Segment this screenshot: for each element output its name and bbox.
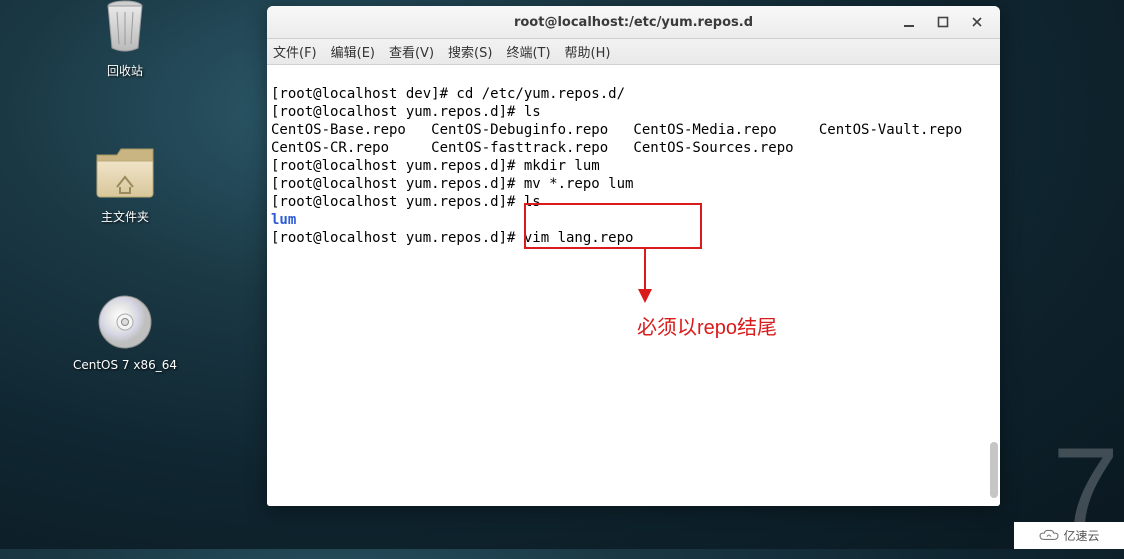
- menubar: 文件(F) 编辑(E) 查看(V) 搜索(S) 终端(T) 帮助(H): [267, 39, 1000, 65]
- disc-icon: [70, 292, 180, 352]
- terminal-directory: lum: [271, 212, 296, 228]
- close-button[interactable]: [960, 8, 994, 36]
- menu-view[interactable]: 查看(V): [389, 42, 434, 61]
- terminal-line: [root@localhost yum.repos.d]# vim lang.r…: [271, 230, 633, 246]
- trash-icon: [70, 0, 180, 56]
- terminal-line: [root@localhost yum.repos.d]# ls: [271, 194, 541, 210]
- desktop-icon-label: CentOS 7 x86_64: [70, 358, 180, 372]
- cloud-icon: [1038, 528, 1060, 544]
- menu-file[interactable]: 文件(F): [273, 42, 317, 61]
- watermark-text: 亿速云: [1063, 527, 1099, 544]
- menu-edit[interactable]: 编辑(E): [331, 42, 375, 61]
- terminal-line: [root@localhost yum.repos.d]# mkdir lum: [271, 158, 600, 174]
- maximize-button[interactable]: [926, 8, 960, 36]
- desktop-icon-disc[interactable]: CentOS 7 x86_64: [70, 292, 180, 372]
- desktop-icon-label: 回收站: [70, 62, 180, 79]
- desktop-icon-trash[interactable]: 回收站: [70, 0, 180, 79]
- window-controls: [892, 6, 994, 38]
- annotation-arrow-icon: [633, 249, 657, 305]
- folder-home-icon: [70, 142, 180, 202]
- terminal-line: [root@localhost dev]# cd /etc/yum.repos.…: [271, 86, 625, 102]
- window-titlebar[interactable]: root@localhost:/etc/yum.repos.d: [267, 6, 1000, 39]
- terminal-window: root@localhost:/etc/yum.repos.d 文件(F) 编辑…: [267, 6, 1000, 506]
- watermark: 亿速云: [1014, 522, 1124, 549]
- scrollbar-thumb[interactable]: [990, 442, 998, 498]
- terminal-line: [root@localhost yum.repos.d]# mv *.repo …: [271, 176, 633, 192]
- terminal-line: CentOS-Base.repo CentOS-Debuginfo.repo C…: [271, 122, 962, 138]
- minimize-button[interactable]: [892, 8, 926, 36]
- desktop-icon-home[interactable]: 主文件夹: [70, 142, 180, 225]
- menu-terminal[interactable]: 终端(T): [506, 42, 550, 61]
- terminal-line: CentOS-CR.repo CentOS-fasttrack.repo Cen…: [271, 140, 794, 156]
- annotation-text: 必须以repo结尾: [637, 319, 777, 337]
- menu-help[interactable]: 帮助(H): [565, 42, 611, 61]
- menu-search[interactable]: 搜索(S): [448, 42, 492, 61]
- terminal-output[interactable]: [root@localhost dev]# cd /etc/yum.repos.…: [267, 65, 1000, 506]
- desktop-icon-label: 主文件夹: [70, 208, 180, 225]
- terminal-line: [root@localhost yum.repos.d]# ls: [271, 104, 541, 120]
- window-title: root@localhost:/etc/yum.repos.d: [514, 15, 753, 30]
